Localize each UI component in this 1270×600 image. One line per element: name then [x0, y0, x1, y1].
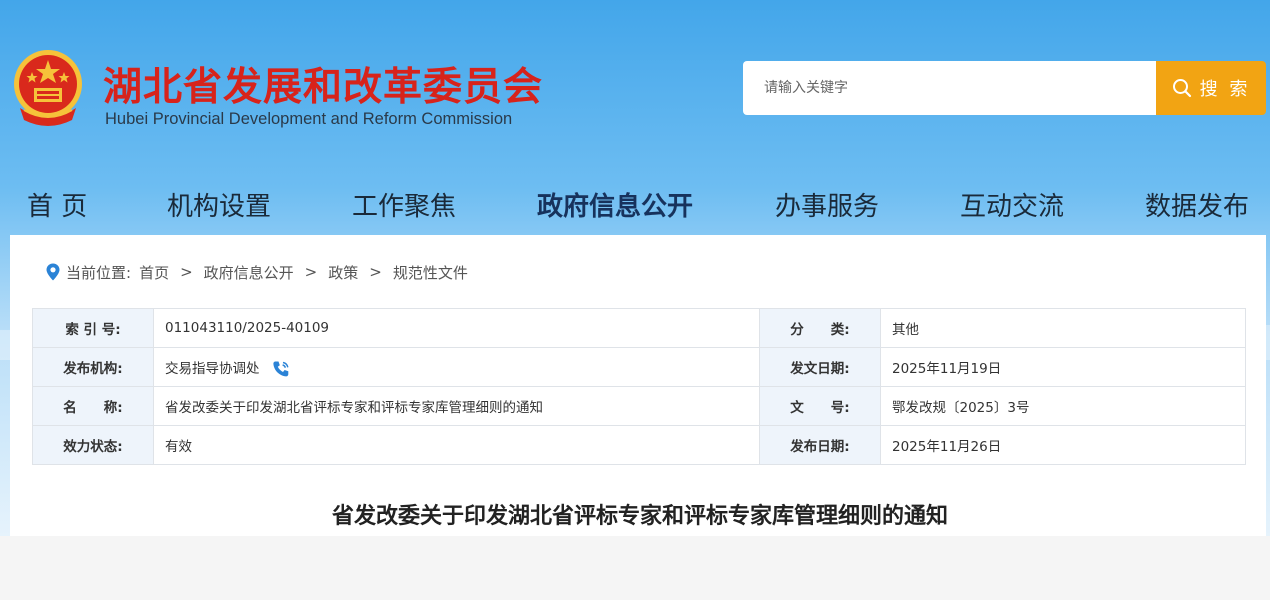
breadcrumb-prefix: 当前位置: [66, 263, 132, 282]
breadcrumb-gov-info[interactable]: 政府信息公开 [204, 262, 294, 283]
breadcrumb-home[interactable]: 首页 [139, 262, 169, 283]
table-row: 效力状态: 有效 发布日期: 2025年11月26日 [32, 425, 1246, 465]
national-emblem-icon[interactable] [10, 48, 86, 128]
name-value: 省发改委关于印发湖北省评标专家和评标专家库管理细则的通知 [153, 386, 760, 426]
nav-data-release[interactable]: 数据发布 [1145, 186, 1249, 223]
site-title-chinese[interactable]: 湖北省发展和改革委员会 [103, 56, 543, 112]
publisher-cell: 交易指导协调处 [153, 347, 760, 387]
category-label: 分 类: [759, 308, 881, 348]
nav-organization[interactable]: 机构设置 [167, 186, 271, 223]
nav-interaction[interactable]: 互动交流 [960, 186, 1064, 223]
document-number-value: 鄂发改规〔2025〕3号 [880, 386, 1246, 426]
search-button[interactable]: 搜 索 [1156, 61, 1266, 115]
table-row: 名 称: 省发改委关于印发湖北省评标专家和评标专家库管理细则的通知 文 号: 鄂… [32, 386, 1246, 426]
table-row: 发布机构: 交易指导协调处 发文日期: 2025年11月19日 [32, 347, 1246, 387]
nav-work-focus[interactable]: 工作聚焦 [352, 186, 456, 223]
nav-services[interactable]: 办事服务 [775, 186, 879, 223]
document-number-label: 文 号: [759, 386, 881, 426]
name-label: 名 称: [32, 386, 154, 426]
table-row: 索 引 号: 011043110/2025-40109 分 类: 其他 [32, 308, 1246, 348]
phone-icon[interactable] [272, 360, 290, 378]
document-info-table: 索 引 号: 011043110/2025-40109 分 类: 其他 发布机构… [32, 308, 1246, 465]
issue-date-label: 发文日期: [759, 347, 881, 387]
page-bottom-area [0, 536, 1270, 600]
breadcrumb-normative-docs[interactable]: 规范性文件 [393, 262, 468, 283]
breadcrumb-policy[interactable]: 政策 [328, 262, 358, 283]
nav-gov-info-disclosure[interactable]: 政府信息公开 [537, 186, 693, 223]
index-number-value: 011043110/2025-40109 [153, 308, 760, 348]
publish-date-value: 2025年11月26日 [880, 425, 1246, 465]
site-title-english: Hubei Provincial Development and Reform … [105, 110, 513, 128]
validity-status-value: 有效 [153, 425, 760, 465]
search-icon [1172, 79, 1191, 98]
nav-home[interactable]: 首 页 [27, 186, 87, 223]
validity-status-label: 效力状态: [32, 425, 154, 465]
search-input[interactable] [743, 61, 1157, 115]
publisher-label: 发布机构: [32, 347, 154, 387]
publish-date-label: 发布日期: [759, 425, 881, 465]
breadcrumb: 当前位置: 首页 > 政府信息公开 > 政策 > 规范性文件 [46, 261, 468, 283]
search-button-label: 搜 索 [1199, 79, 1251, 100]
breadcrumb-separator: > [180, 263, 193, 281]
issue-date-value: 2025年11月19日 [880, 347, 1246, 387]
index-number-label: 索 引 号: [32, 308, 154, 348]
category-value: 其他 [880, 308, 1246, 348]
location-pin-icon [46, 263, 60, 281]
breadcrumb-separator: > [304, 263, 318, 281]
breadcrumb-separator: > [369, 263, 382, 281]
publisher-value: 交易指导协调处 [165, 360, 260, 377]
document-title: 省发改委关于印发湖北省评标专家和评标专家库管理细则的通知 [331, 503, 948, 529]
